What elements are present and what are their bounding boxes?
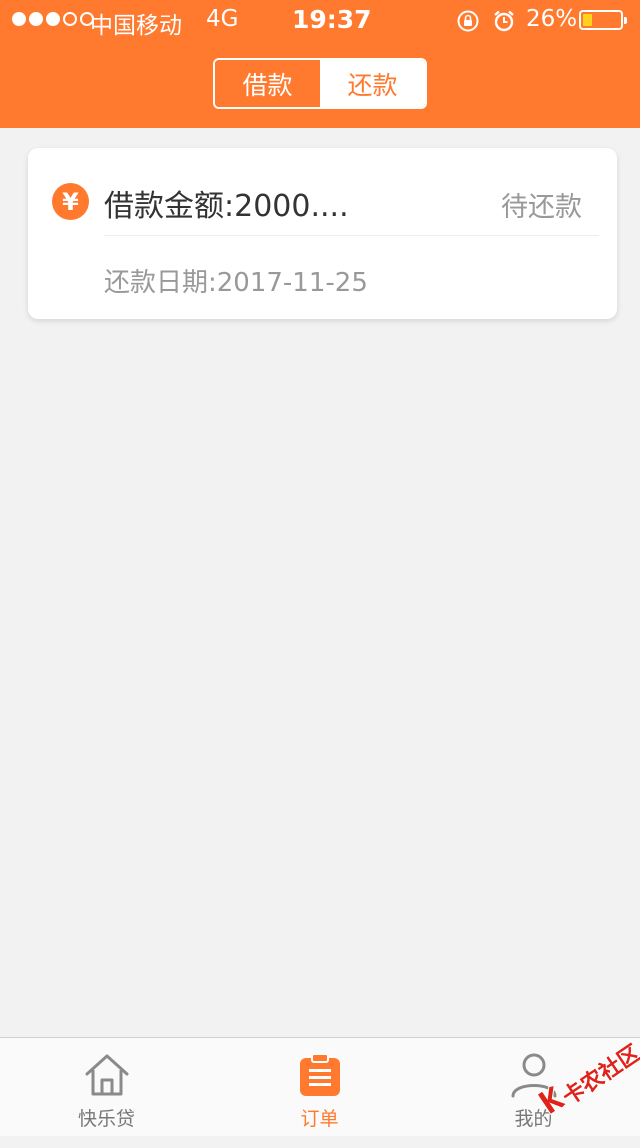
clipboard-icon bbox=[299, 1053, 340, 1096]
app-header: 中国移动 4G 19:37 26% 借款 还款 bbox=[0, 0, 640, 128]
loan-status: 待还款 bbox=[501, 192, 582, 223]
home-icon bbox=[85, 1054, 128, 1096]
loan-order-card[interactable]: ¥ 借款金额:2000.... 待还款 还款日期:2017-11-25 bbox=[28, 148, 617, 319]
tab-orders-label: 订单 bbox=[300, 1108, 339, 1130]
bottom-tab-bar: 快乐贷 订单 我的 bbox=[0, 1037, 640, 1136]
signal-strength-icon bbox=[12, 12, 94, 26]
network-type: 4G bbox=[206, 6, 239, 32]
yen-icon: ¥ bbox=[52, 183, 89, 220]
signal-dot bbox=[63, 12, 77, 26]
tab-home[interactable]: 快乐贷 bbox=[0, 1038, 213, 1137]
repay-date: 还款日期:2017-11-25 bbox=[104, 268, 368, 298]
tab-orders[interactable]: 订单 bbox=[213, 1038, 426, 1137]
battery-level-fill bbox=[583, 14, 593, 26]
card-divider bbox=[104, 235, 599, 236]
status-bar: 中国移动 4G 19:37 26% bbox=[0, 0, 640, 40]
signal-dot bbox=[46, 12, 60, 26]
tab-mine-label: 我的 bbox=[514, 1108, 553, 1130]
loan-repay-segmented-control: 借款 还款 bbox=[213, 58, 427, 109]
carrier-name: 中国移动 bbox=[90, 13, 182, 39]
signal-dot bbox=[12, 12, 26, 26]
tab-home-label: 快乐贷 bbox=[77, 1108, 135, 1130]
tab-borrow[interactable]: 借款 bbox=[215, 60, 320, 107]
user-icon bbox=[511, 1053, 556, 1098]
status-time: 19:37 bbox=[292, 5, 372, 34]
signal-dot bbox=[29, 12, 43, 26]
battery-percent: 26% bbox=[526, 6, 578, 32]
battery-icon bbox=[579, 10, 627, 30]
loan-amount: 借款金额:2000.... bbox=[104, 189, 349, 224]
alarm-icon bbox=[494, 10, 514, 32]
rotation-lock-icon bbox=[457, 10, 479, 32]
tab-mine[interactable]: 我的 bbox=[427, 1038, 640, 1137]
tab-repay[interactable]: 还款 bbox=[320, 60, 425, 107]
